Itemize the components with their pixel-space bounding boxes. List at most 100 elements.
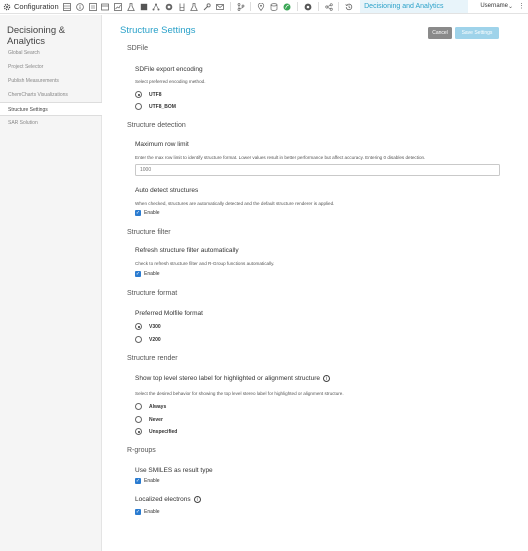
localized-electrons-heading: Localized electrons i — [135, 496, 201, 503]
radio-button[interactable] — [135, 323, 142, 330]
radio-label: Unspecified — [149, 428, 178, 435]
smiles-enable-checkbox[interactable]: ✓ Enable — [135, 478, 160, 484]
box-icon[interactable] — [139, 2, 149, 12]
radio-button[interactable] — [135, 103, 142, 110]
more-menu-icon[interactable]: ⋮ — [518, 2, 525, 10]
radio-v300[interactable]: V300 — [135, 323, 161, 330]
auto-detect-enable-checkbox[interactable]: ✓ Enable — [135, 210, 160, 216]
toolbar-divider — [250, 2, 252, 11]
chevron-down-icon[interactable]: ⌄ — [508, 3, 513, 10]
checkbox-label: Enable — [144, 478, 160, 484]
localized-electrons-enable-checkbox[interactable]: ✓ Enable — [135, 509, 160, 515]
auto-detect-heading: Auto detect structures — [135, 187, 199, 194]
tab-decisioning-analytics[interactable]: Decisioning and Analytics — [360, 0, 469, 13]
flask-alt-icon[interactable] — [190, 2, 200, 12]
section-structure-render: Structure render — [127, 355, 178, 362]
checkbox-label: Enable — [144, 509, 160, 515]
radio-label: V300 — [149, 323, 161, 330]
max-row-limit-input[interactable] — [135, 164, 500, 176]
pin-icon[interactable] — [257, 2, 267, 12]
radio-unspecified[interactable]: Unspecified — [135, 428, 177, 435]
section-structure-format: Structure format — [127, 290, 178, 297]
radio-never[interactable]: Never — [135, 416, 163, 423]
molecule-icon[interactable] — [164, 2, 174, 12]
stereo-label-heading-text: Show top level stereo label for highligh… — [135, 375, 320, 383]
sdfile-encoding-desc: Select preferred encoding method. — [135, 79, 206, 84]
beaker-icon[interactable] — [177, 2, 187, 12]
radio-utf8-bom[interactable]: UTF8_BOM — [135, 103, 176, 110]
network-icon[interactable] — [151, 2, 161, 12]
checkbox-label: Enable — [144, 210, 160, 216]
molfile-format-heading: Preferred Molfile format — [135, 310, 203, 317]
refresh-filter-enable-checkbox[interactable]: ✓ Enable — [135, 271, 160, 277]
sidebar-item-publish-measurements[interactable]: Publish Measurements — [0, 74, 102, 88]
checkbox-checked-icon[interactable]: ✓ — [135, 210, 141, 216]
sidebar-item-structure-settings[interactable]: Structure Settings — [0, 102, 102, 116]
radio-label: Always — [149, 403, 167, 410]
section-sdfile: SDFile — [127, 45, 149, 52]
toolbar-divider — [229, 2, 231, 11]
radio-label: UTF8_BOM — [149, 103, 176, 110]
sidebar: Decisioning & Analytics Global Search Pr… — [0, 15, 102, 551]
wrench-icon[interactable] — [202, 2, 212, 12]
database-icon[interactable] — [269, 2, 279, 12]
checkbox-checked-icon[interactable]: ✓ — [135, 509, 141, 515]
share-icon[interactable] — [324, 2, 334, 12]
sidebar-item-global-search[interactable]: Global Search — [0, 46, 102, 60]
refresh-filter-heading: Refresh structure filter automatically — [135, 247, 239, 254]
list-icon[interactable] — [88, 2, 98, 12]
info-icon[interactable]: i — [193, 496, 201, 503]
info-icon[interactable] — [75, 2, 85, 12]
toolbar-divider — [317, 2, 319, 11]
atom-icon[interactable] — [303, 2, 313, 12]
section-structure-detection: Structure detection — [127, 122, 186, 129]
toolbar-icons — [63, 2, 355, 12]
branch-icon[interactable] — [236, 2, 246, 12]
leaf-icon[interactable] — [282, 2, 292, 12]
stereo-label-desc: Select the desired behavior for showing … — [135, 391, 344, 396]
radio-always[interactable]: Always — [135, 403, 166, 410]
grid-icon[interactable] — [63, 2, 73, 12]
max-row-limit-desc: Enter the max row limit to identify stru… — [135, 155, 426, 160]
sidebar-item-chemcharts-visualizations[interactable]: ChemCharts Visualizations — [0, 88, 102, 102]
gear-icon[interactable] — [3, 3, 11, 11]
radio-button[interactable] — [135, 336, 142, 343]
radio-button[interactable] — [135, 403, 142, 410]
refresh-filter-desc: Check to refresh structure filter and R-… — [135, 261, 275, 266]
cancel-button[interactable]: Cancel — [428, 27, 452, 39]
localized-electrons-heading-text: Localized electrons — [135, 496, 191, 504]
section-structure-filter: Structure filter — [127, 229, 171, 236]
stereo-label-heading: Show top level stereo label for highligh… — [135, 375, 330, 382]
mail-icon[interactable] — [215, 2, 225, 12]
top-bar: Configuration Decisioning and Analytics … — [0, 0, 528, 14]
username-label[interactable]: Username — [480, 3, 508, 9]
sidebar-title: Decisioning & Analytics — [7, 25, 66, 47]
radio-label: UTF8 — [149, 91, 162, 98]
checkbox-checked-icon[interactable]: ✓ — [135, 478, 141, 484]
smiles-result-heading: Use SMILES as result type — [135, 467, 213, 474]
sidebar-item-project-selector[interactable]: Project Selector — [0, 60, 102, 74]
card-icon[interactable] — [101, 2, 111, 12]
toolbar-divider — [296, 2, 298, 11]
checkbox-label: Enable — [144, 271, 160, 277]
sidebar-item-sar-solution[interactable]: SAR Solution — [0, 116, 102, 130]
app-label[interactable]: Configuration — [14, 2, 59, 11]
radio-utf8[interactable]: UTF8 — [135, 91, 162, 98]
max-row-limit-heading: Maximum row limit — [135, 141, 189, 148]
save-settings-button[interactable]: Save Settings — [455, 27, 499, 39]
chart-icon[interactable] — [113, 2, 123, 12]
main-content: Structure Settings Cancel Save Settings … — [103, 15, 528, 551]
radio-v200[interactable]: V200 — [135, 336, 161, 343]
radio-label: V200 — [149, 336, 161, 343]
radio-button[interactable] — [135, 91, 142, 98]
radio-button[interactable] — [135, 416, 142, 423]
history-icon[interactable] — [345, 2, 355, 12]
info-icon[interactable]: i — [323, 375, 330, 382]
auto-detect-desc: When checked, structures are automatical… — [135, 201, 335, 206]
radio-button[interactable] — [135, 428, 142, 435]
section-r-groups: R-groups — [127, 447, 156, 454]
flask-icon[interactable] — [126, 2, 136, 12]
radio-label: Never — [149, 416, 163, 423]
checkbox-checked-icon[interactable]: ✓ — [135, 271, 141, 277]
toolbar-divider — [338, 2, 340, 11]
